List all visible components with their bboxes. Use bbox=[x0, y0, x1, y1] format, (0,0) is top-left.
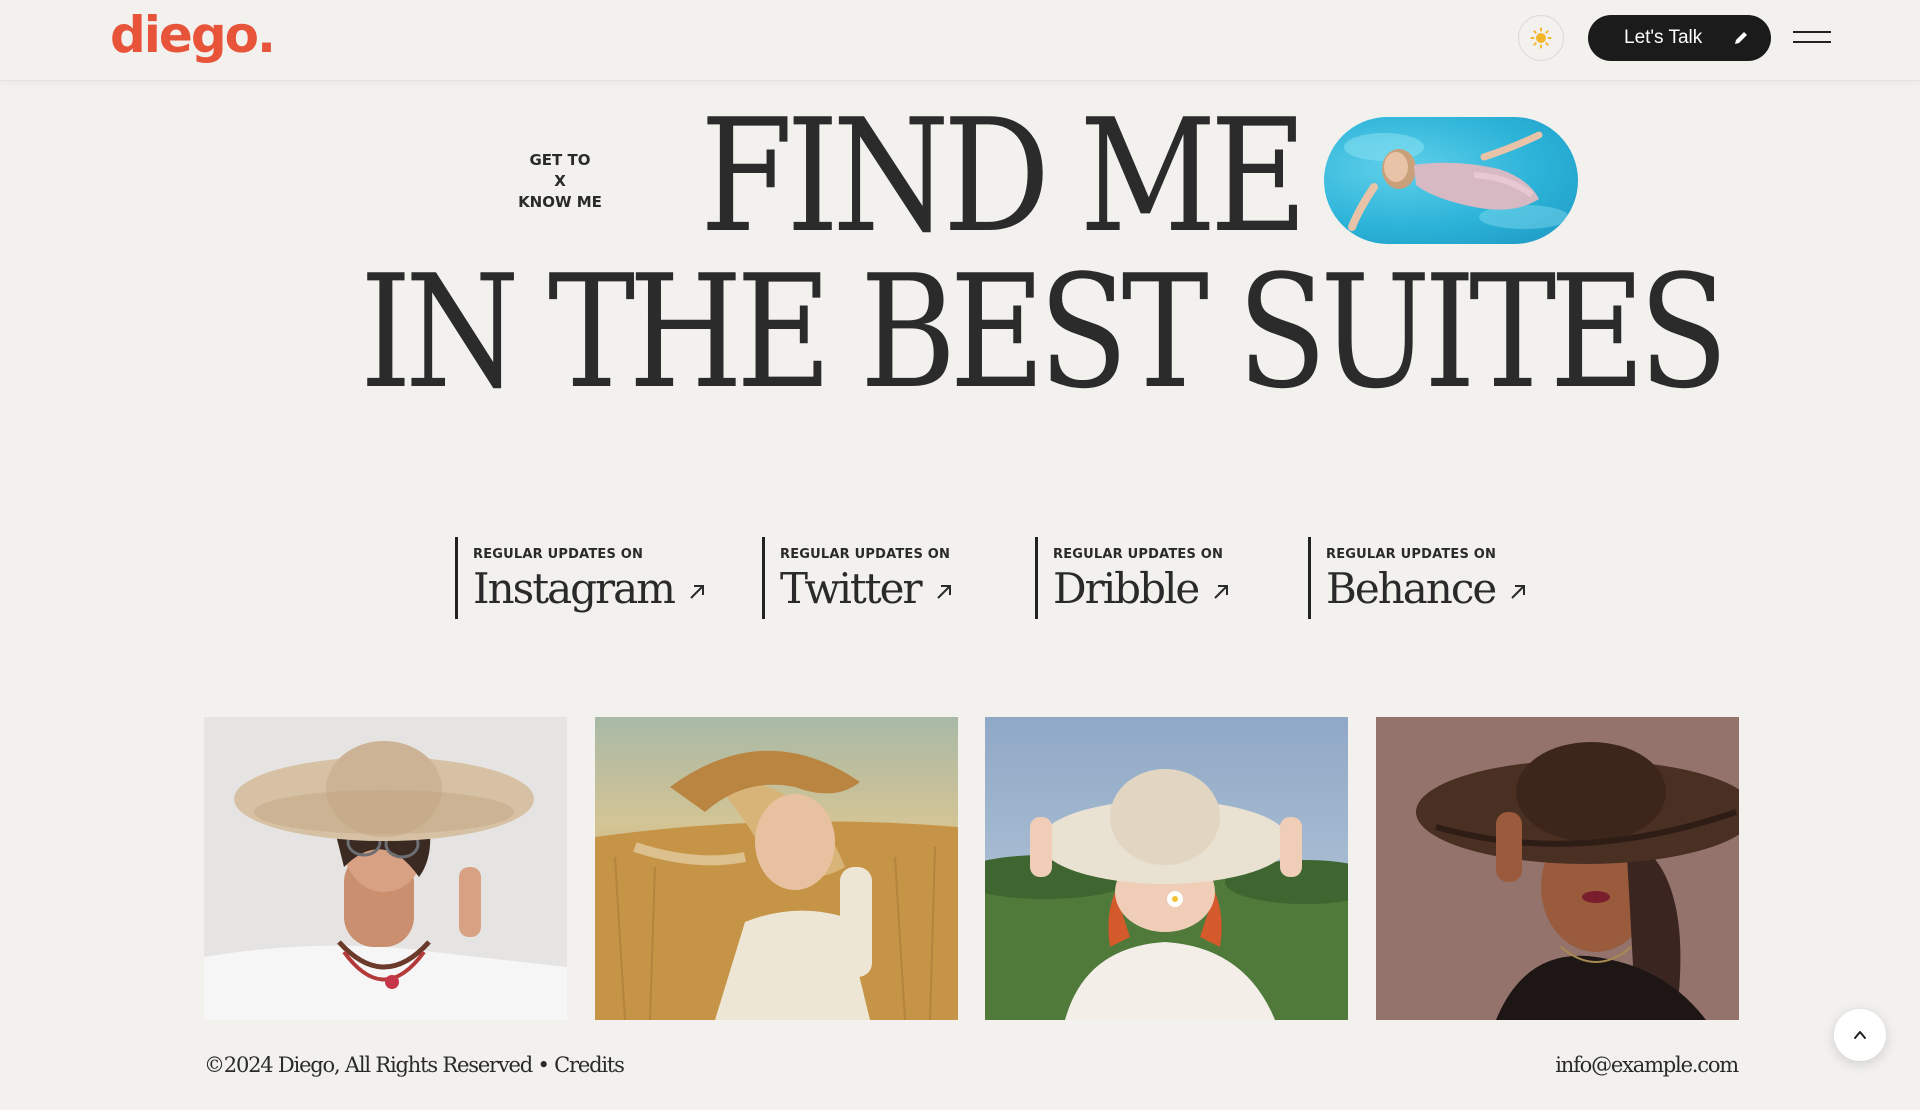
social-link-instagram[interactable]: REGULAR UPDATES ON Instagram bbox=[455, 537, 706, 619]
chevron-up-icon bbox=[1854, 1031, 1866, 1039]
footer-copyright: ©2024 Diego, All Rights Reserved • Credi… bbox=[204, 1053, 625, 1077]
social-link-twitter[interactable]: REGULAR UPDATES ON Twitter bbox=[762, 537, 953, 619]
hero-pool-image bbox=[1324, 117, 1578, 244]
social-link-behance[interactable]: REGULAR UPDATES ON Behance bbox=[1308, 537, 1527, 619]
get-to-line-2: X bbox=[554, 172, 566, 190]
social-link-dribble[interactable]: REGULAR UPDATES ON Dribble bbox=[1035, 537, 1230, 619]
hamburger-menu-icon[interactable] bbox=[1793, 28, 1833, 48]
social-caption: REGULAR UPDATES ON bbox=[473, 547, 644, 562]
social-caption: REGULAR UPDATES ON bbox=[1326, 547, 1497, 562]
site-header: diego. Let's Talk bbox=[0, 0, 1920, 81]
lets-talk-button[interactable]: Let's Talk bbox=[1588, 15, 1771, 61]
gallery-photo-3[interactable] bbox=[985, 717, 1348, 1020]
get-to-know-me-label: GET TO X KNOW ME bbox=[500, 150, 620, 213]
lets-talk-label: Let's Talk bbox=[1624, 27, 1703, 48]
social-name: Twitter bbox=[780, 564, 923, 613]
gallery-photo-2[interactable] bbox=[595, 717, 958, 1020]
social-name: Instagram bbox=[473, 564, 676, 613]
scroll-to-top-button[interactable] bbox=[1834, 1009, 1886, 1061]
arrow-up-right-icon bbox=[936, 585, 951, 599]
footer-email-link[interactable]: info@example.com bbox=[1555, 1053, 1739, 1077]
arrow-up-right-icon bbox=[690, 585, 704, 599]
arrow-up-right-icon bbox=[1511, 585, 1526, 599]
logo[interactable]: diego. bbox=[110, 6, 276, 64]
hero-title-line-1: FIND ME bbox=[700, 85, 1308, 267]
social-name: Behance bbox=[1326, 564, 1497, 613]
arrow-up-right-icon bbox=[1214, 585, 1229, 599]
pencil-icon bbox=[1735, 32, 1747, 44]
get-to-line-1: GET TO bbox=[529, 151, 591, 169]
theme-toggle-button[interactable] bbox=[1518, 15, 1564, 61]
gallery-photo-4[interactable] bbox=[1376, 717, 1739, 1020]
sun-icon bbox=[1530, 27, 1552, 49]
get-to-line-3: KNOW ME bbox=[518, 193, 602, 211]
hero-title-line-2: IN THE BEST SUITES bbox=[360, 241, 1728, 423]
social-caption: REGULAR UPDATES ON bbox=[1053, 547, 1224, 562]
gallery-photo-1[interactable] bbox=[204, 717, 567, 1020]
social-caption: REGULAR UPDATES ON bbox=[780, 547, 951, 562]
social-name: Dribble bbox=[1053, 564, 1200, 613]
